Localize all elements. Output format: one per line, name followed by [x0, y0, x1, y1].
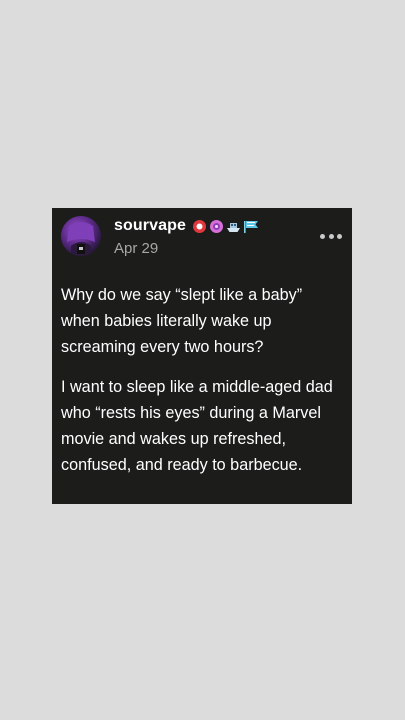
username[interactable]: sourvape: [114, 217, 186, 235]
more-dot-icon: [337, 233, 342, 239]
post-paragraph: Why do we say “slept like a baby” when b…: [61, 286, 303, 356]
post-body: Why do we say “slept like a baby” when b…: [61, 282, 345, 492]
more-dot-icon: [320, 233, 325, 239]
flag-badge-icon[interactable]: [243, 219, 258, 234]
avatar[interactable]: [61, 216, 101, 256]
post-paragraph: I want to sleep like a middle-aged dad w…: [61, 378, 333, 474]
boat-badge-icon[interactable]: [226, 219, 241, 234]
badge-row: [192, 217, 258, 235]
post-header: sourvape Apr 29: [52, 208, 352, 270]
red-badge-icon[interactable]: [192, 219, 207, 234]
post-date[interactable]: Apr 29: [114, 240, 158, 257]
pink-flower-badge-icon[interactable]: [209, 219, 224, 234]
post-card: sourvape Apr 29 Why do we say “slept lik…: [52, 208, 352, 504]
more-dot-icon: [328, 233, 334, 239]
more-options-button[interactable]: [320, 226, 342, 246]
